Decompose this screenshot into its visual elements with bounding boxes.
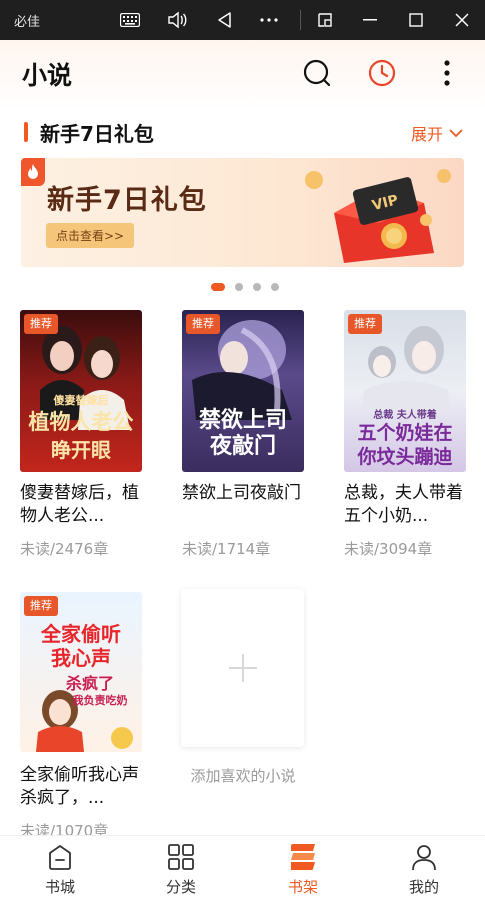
nav-item-category[interactable]: 分类 — [131, 842, 231, 900]
page-title: 小说 — [22, 61, 73, 90]
chevron-down-icon — [449, 128, 463, 137]
cover-title-line: 睁开眼 — [51, 438, 111, 462]
flame-icon — [21, 158, 45, 186]
volume-icon[interactable] — [165, 8, 189, 32]
book-card[interactable]: 推荐 总裁 夫人带着 五个奶娃在 你坟头蹦迪 总裁，夫人带着五个小奶... 未读… — [344, 310, 466, 559]
book-title[interactable]: 傻妻替嫁后，植物人老公... — [20, 482, 142, 528]
nav-item-bookshelf[interactable]: 书架 — [253, 842, 353, 900]
cover-title-line: 杀疯了 — [65, 674, 114, 693]
expand-button[interactable]: 展开 — [411, 121, 463, 145]
app-name: 必佳 — [14, 15, 41, 30]
category-grid-icon — [166, 842, 196, 872]
gift-pack-section-header: 新手7日礼包 展开 — [0, 112, 485, 152]
close-icon[interactable] — [450, 8, 474, 32]
section-accent-bar — [24, 122, 28, 142]
recommend-tag: 推荐 — [186, 314, 220, 334]
plus-icon — [228, 654, 257, 682]
app-header: 小说 — [0, 40, 485, 110]
back-triangle-icon[interactable] — [212, 8, 236, 32]
more-vertical-icon[interactable] — [430, 56, 464, 90]
book-card[interactable]: 推荐 傻妻替嫁后 植物人老公 睁开眼 傻妻替嫁后，植物人老公... 未读/247… — [20, 310, 142, 559]
book-progress: 未读/1714章 — [182, 540, 271, 558]
keyboard-icon[interactable] — [118, 8, 142, 32]
book-title[interactable]: 全家偷听我心声杀疯了，... — [20, 764, 142, 810]
profile-icon — [409, 842, 439, 872]
nav-item-bookstore[interactable]: 书城 — [10, 842, 110, 900]
nav-item-profile[interactable]: 我的 — [374, 842, 474, 900]
book-progress: 未读/3094章 — [344, 540, 433, 558]
expand-label: 展开 — [410, 125, 443, 144]
cover-title-line: 夜敲门 — [209, 433, 276, 459]
carousel-dot[interactable] — [253, 283, 261, 291]
popout-window-icon[interactable] — [313, 8, 337, 32]
gift-pack-banner[interactable]: 新手7日礼包 点击查看>> VIP — [21, 158, 464, 267]
add-book-label: 添加喜欢的小说 — [190, 767, 296, 785]
banner-title: 新手7日礼包 — [47, 185, 207, 216]
recommend-tag: 推荐 — [348, 314, 382, 334]
carousel-dot[interactable] — [235, 283, 243, 291]
cover-title-line: 五个奶娃在 — [357, 422, 453, 444]
recommend-tag: 推荐 — [24, 596, 58, 616]
more-horizontal-icon[interactable] — [257, 8, 281, 32]
book-cover[interactable]: 推荐 全家偷听 我心声 杀疯了 我负责吃奶 — [20, 592, 142, 752]
nav-label: 书架 — [287, 878, 318, 896]
nav-label: 我的 — [408, 878, 439, 896]
cover-title-line: 我负责吃奶 — [72, 694, 128, 707]
nav-label: 书城 — [44, 878, 75, 896]
cover-title-line: 你坟头蹦迪 — [357, 446, 453, 468]
nav-label: 分类 — [165, 878, 196, 896]
book-title[interactable]: 禁欲上司夜敲门 — [182, 482, 304, 528]
add-book-button[interactable] — [181, 589, 304, 747]
cover-title-line: 我心声 — [51, 646, 111, 670]
carousel-indicator — [211, 283, 279, 291]
bookshelf-icon — [288, 842, 318, 872]
book-card[interactable]: 推荐 全家偷听 我心声 杀疯了 我负责吃奶 全家偷听我心声杀疯了，... 未读/… — [20, 592, 142, 841]
book-cover[interactable]: 推荐 禁欲上司 夜敲门 — [182, 310, 304, 472]
bookstore-icon — [45, 842, 75, 872]
maximize-icon[interactable] — [404, 8, 428, 32]
cover-title-line: 植物人老公 — [28, 409, 134, 434]
book-progress: 未读/2476章 — [20, 540, 109, 558]
carousel-dot[interactable] — [271, 283, 279, 291]
window-titlebar: 必佳 — [0, 0, 485, 40]
section-title: 新手7日礼包 — [40, 122, 154, 146]
vip-gift-illustration: VIP — [305, 169, 451, 263]
book-card[interactable]: 推荐 禁欲上司 夜敲门 禁欲上司夜敲门 未读/1714章 — [182, 310, 304, 559]
recommend-tag: 推荐 — [24, 314, 58, 334]
titlebar-divider — [300, 10, 301, 30]
carousel-dot[interactable] — [211, 283, 225, 291]
book-cover[interactable]: 推荐 总裁 夫人带着 五个奶娃在 你坟头蹦迪 — [344, 310, 466, 472]
history-clock-icon[interactable] — [365, 56, 399, 90]
bottom-navigation: 书城 分类 书架 我的 — [0, 835, 485, 903]
banner-view-button[interactable]: 点击查看>> — [46, 223, 134, 248]
minimize-icon[interactable] — [358, 8, 382, 32]
book-cover[interactable]: 推荐 傻妻替嫁后 植物人老公 睁开眼 — [20, 310, 142, 472]
search-icon[interactable] — [300, 56, 334, 90]
book-title[interactable]: 总裁，夫人带着五个小奶... — [344, 482, 466, 528]
